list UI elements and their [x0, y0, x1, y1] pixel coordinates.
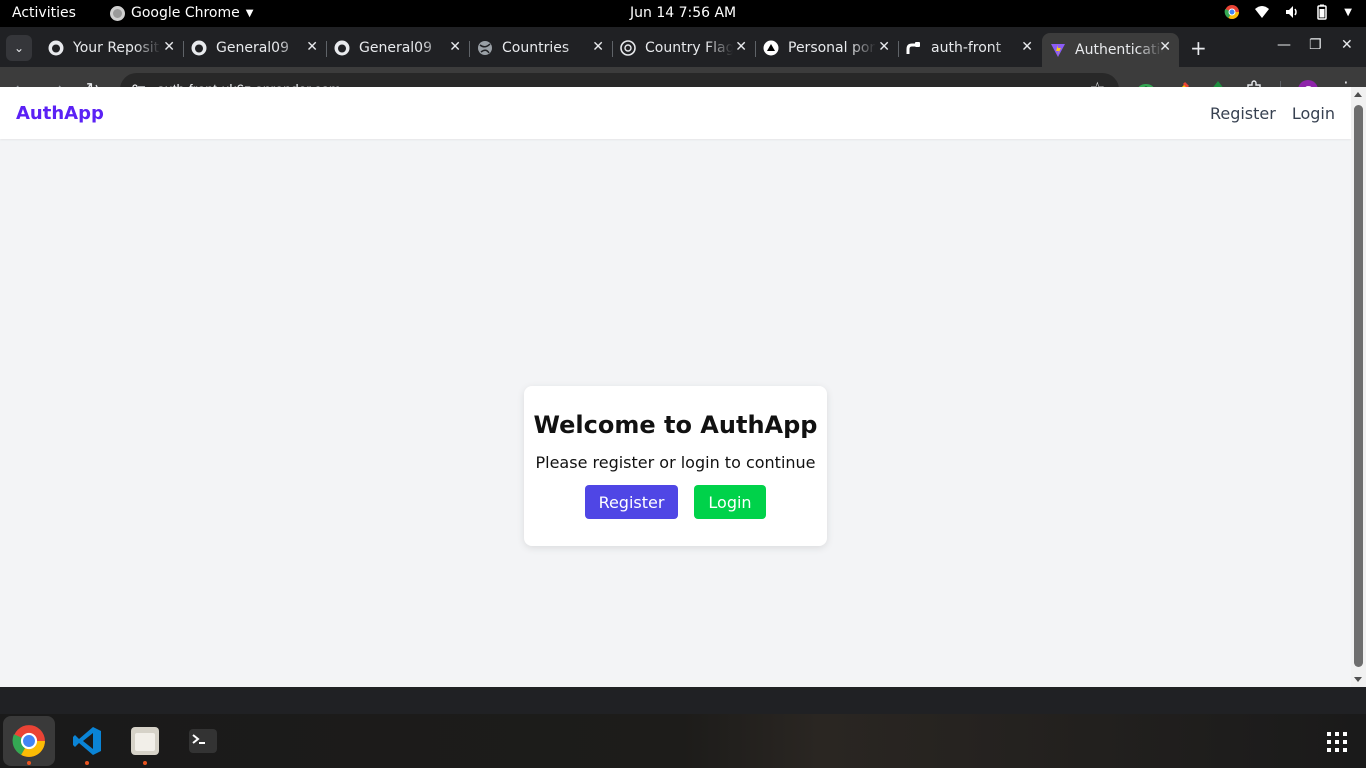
dock-chrome[interactable]: [3, 716, 55, 766]
nav-login-link[interactable]: Login: [1292, 104, 1335, 123]
close-icon[interactable]: ✕: [1159, 39, 1171, 55]
terminal-icon: [189, 729, 217, 753]
github-icon: [334, 40, 350, 56]
tab-title: General09: [216, 40, 289, 56]
close-icon[interactable]: ✕: [592, 39, 604, 55]
tab-title: Your Repositories: [73, 40, 161, 56]
page-viewport: AuthApp Register Login Welcome to AuthAp…: [0, 87, 1351, 687]
tab-auth-front[interactable]: auth-front ✕: [898, 33, 1041, 63]
close-icon[interactable]: ✕: [735, 39, 747, 55]
tab-title: Personal portfolio: [788, 40, 876, 56]
welcome-subtitle: Please register or login to continue: [535, 453, 816, 472]
register-button[interactable]: Register: [585, 485, 678, 519]
volume-icon[interactable]: [1284, 4, 1300, 20]
chevron-down-icon: ▼: [245, 7, 254, 19]
tab-title: auth-front: [931, 40, 1002, 56]
vscode-icon: [73, 727, 101, 755]
tab-general09-2[interactable]: General09 ✕: [326, 33, 470, 63]
chrome-tray-icon[interactable]: [1224, 4, 1240, 20]
brand-logo[interactable]: AuthApp: [16, 103, 104, 124]
chrome-icon: [110, 5, 125, 21]
new-tab-button[interactable]: +: [1190, 36, 1207, 60]
tab-title: Countries: [502, 40, 570, 56]
tab-countries[interactable]: Countries ✕: [469, 33, 613, 63]
tab-strip: ⌄ Your Repositories ✕ General09 ✕ Genera…: [0, 27, 1366, 67]
render-icon: [906, 42, 920, 54]
close-icon[interactable]: ✕: [306, 39, 318, 55]
close-icon[interactable]: ✕: [1021, 39, 1033, 55]
app-menu[interactable]: Google Chrome ▼: [110, 5, 253, 21]
activities-button[interactable]: Activities: [12, 5, 76, 21]
close-icon[interactable]: ✕: [163, 39, 175, 55]
close-icon[interactable]: ✕: [449, 39, 461, 55]
close-window-icon[interactable]: ✕: [1341, 37, 1353, 53]
scroll-up-icon[interactable]: [1354, 92, 1362, 97]
tab-personal-portfolio[interactable]: Personal portfolio ✕: [755, 33, 899, 63]
clock[interactable]: Jun 14 7:56 AM: [630, 5, 736, 21]
app-menu-label: Google Chrome: [131, 5, 240, 21]
scroll-down-icon[interactable]: [1354, 677, 1362, 682]
wifi-icon[interactable]: [1254, 4, 1270, 20]
dock-files[interactable]: [119, 716, 171, 766]
app-navbar: AuthApp Register Login: [0, 87, 1351, 139]
maximize-icon[interactable]: ❐: [1309, 37, 1322, 53]
nav-register-link[interactable]: Register: [1210, 104, 1276, 123]
chevron-down-icon: ⌄: [13, 41, 25, 55]
vite-icon: [1051, 44, 1065, 57]
running-indicator: [27, 761, 31, 765]
github-icon: [191, 40, 207, 56]
tab-authentication[interactable]: Authentication ✕: [1042, 33, 1179, 67]
tab-general09-1[interactable]: General09 ✕: [183, 33, 327, 63]
close-icon[interactable]: ✕: [878, 39, 890, 55]
system-menu-chevron-icon[interactable]: ▼: [1344, 7, 1352, 18]
github-icon: [48, 40, 64, 56]
chrome-icon: [12, 725, 45, 757]
tab-title: Authentication: [1075, 42, 1163, 58]
login-button[interactable]: Login: [694, 485, 766, 519]
system-tray[interactable]: ▼: [1224, 4, 1352, 20]
globe-icon: [478, 41, 492, 55]
card-actions: Register Login: [524, 485, 827, 519]
vercel-icon: [763, 40, 779, 56]
running-indicator: [85, 761, 89, 765]
taskbar-dock: [0, 714, 1366, 768]
nav-links: Register Login: [1210, 104, 1335, 123]
system-top-bar: Activities Google Chrome ▼ Jun 14 7:56 A…: [0, 0, 1366, 27]
running-indicator: [143, 761, 147, 765]
show-apps-grid-icon[interactable]: [1326, 731, 1348, 753]
welcome-title: Welcome to AuthApp: [533, 411, 818, 439]
files-icon: [131, 727, 159, 755]
tab-title: Country Flags: [645, 40, 733, 56]
welcome-card: Welcome to AuthApp Please register or lo…: [524, 386, 827, 546]
dock-vscode[interactable]: [61, 716, 113, 766]
battery-icon[interactable]: [1314, 4, 1330, 20]
minimize-icon[interactable]: —: [1277, 37, 1291, 53]
openai-icon: [620, 40, 636, 56]
tab-your-repositories[interactable]: Your Repositories ✕: [40, 33, 184, 63]
tab-search-button[interactable]: ⌄: [6, 35, 32, 61]
page-scrollbar[interactable]: [1351, 87, 1366, 687]
tab-title: General09: [359, 40, 432, 56]
tab-country-flags[interactable]: Country Flags ✕: [612, 33, 756, 63]
scrollbar-thumb[interactable]: [1354, 105, 1363, 667]
dock-terminal[interactable]: [177, 716, 229, 766]
